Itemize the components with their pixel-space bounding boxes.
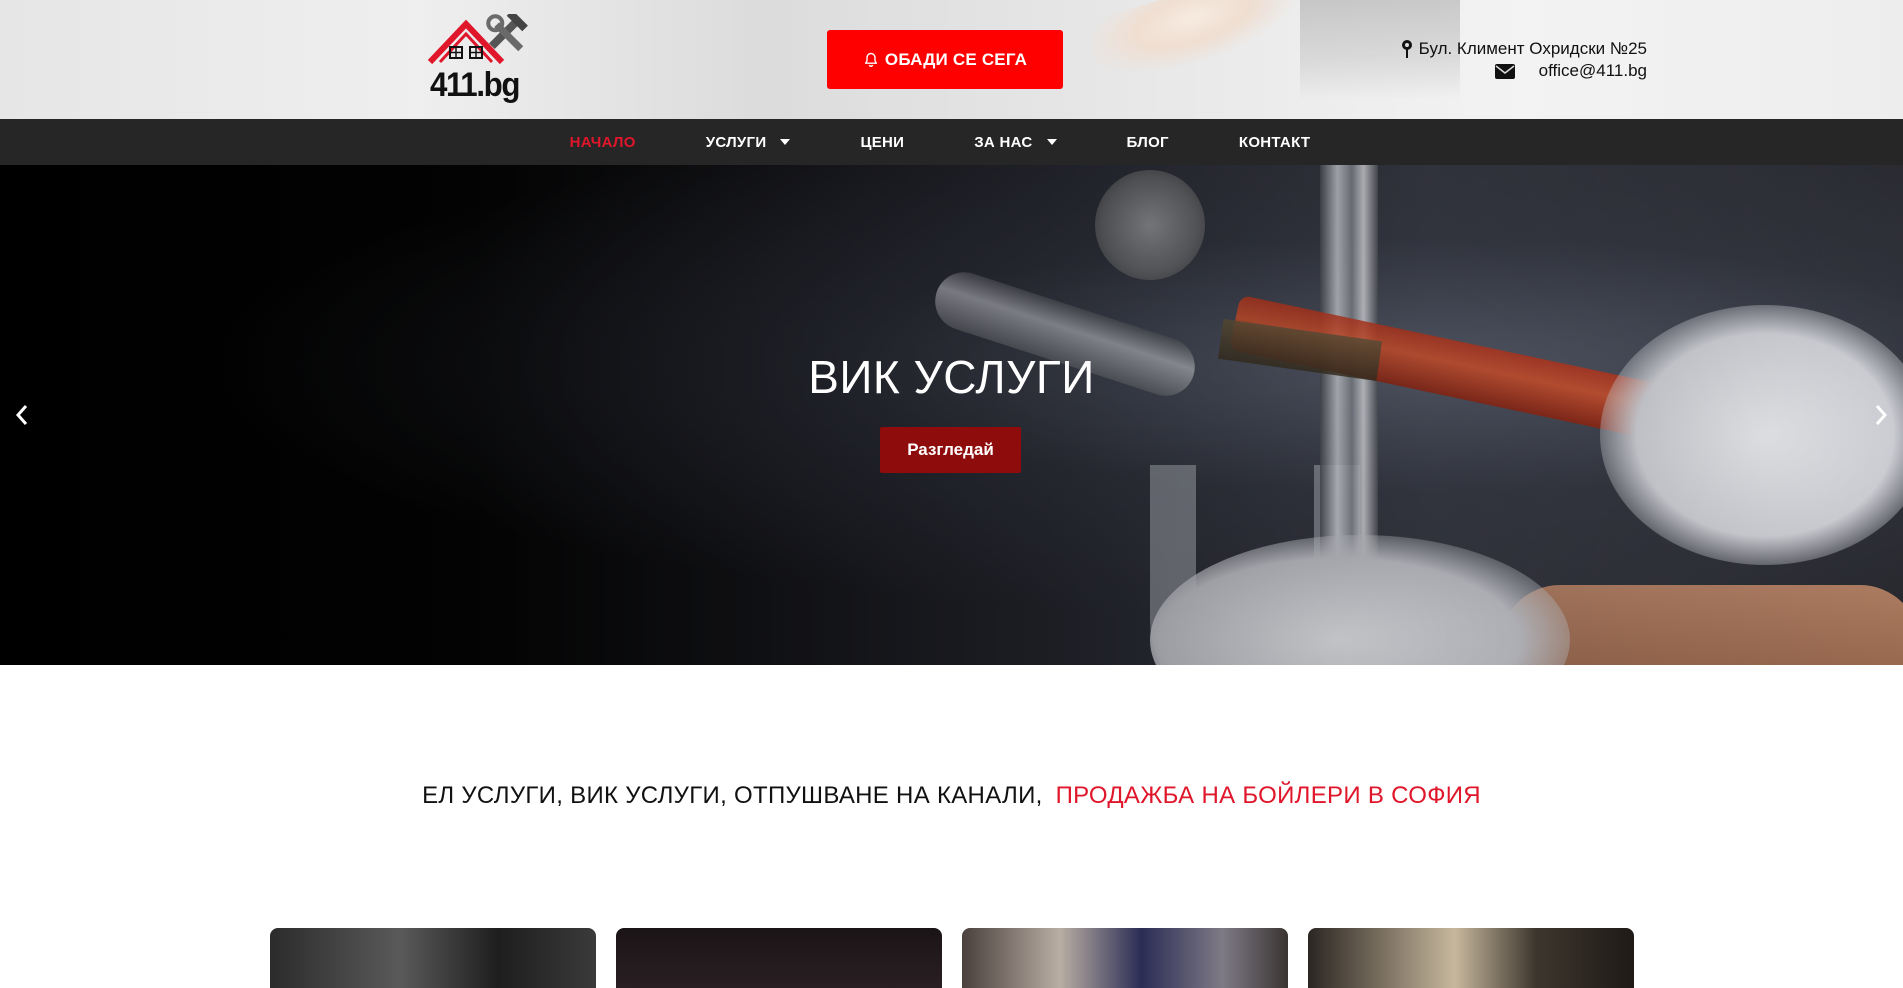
- map-pin-icon: [1401, 40, 1412, 58]
- hero-overlay: [0, 165, 1903, 665]
- call-now-label: ОБАДИ СЕ СЕГА: [884, 49, 1028, 69]
- nav-item-about[interactable]: ЗА НАС: [939, 119, 1091, 165]
- nav-list: НАЧАЛО УСЛУГИ ЦЕНИ ЗА НАС БЛОГ КОНТАКТ: [535, 119, 1346, 165]
- nav-item-blog[interactable]: БЛОГ: [1092, 119, 1204, 165]
- address-row: Бул. Климент Охридски №25: [1401, 38, 1647, 60]
- email-link[interactable]: office@411.bg: [1539, 60, 1647, 82]
- contact-info: Бул. Климент Охридски №25 office@411.bg: [1401, 38, 1647, 82]
- nav-item-label: КОНТАКТ: [1238, 133, 1311, 151]
- tagline-highlight: ПРОДАЖБА НА БОЙЛЕРИ В СОФИЯ: [1055, 782, 1481, 809]
- caret-down-icon: [1046, 139, 1057, 145]
- service-card[interactable]: [962, 928, 1288, 988]
- nav-item-services[interactable]: УСЛУГИ: [671, 119, 826, 165]
- chevron-left-icon: [15, 405, 28, 425]
- main-navigation: НАЧАЛО УСЛУГИ ЦЕНИ ЗА НАС БЛОГ КОНТАКТ: [0, 119, 1903, 165]
- logo-text: 411.bg: [430, 66, 520, 104]
- hero-title: ВИК УСЛУГИ: [808, 351, 1095, 403]
- service-cards: [270, 928, 1634, 988]
- nav-item-home[interactable]: НАЧАЛО: [535, 119, 671, 165]
- services-tagline: ЕЛ УСЛУГИ, ВИК УСЛУГИ, ОТПУШВАНЕ НА КАНА…: [0, 782, 1903, 810]
- bell-icon: [864, 52, 878, 67]
- nav-item-contact[interactable]: КОНТАКТ: [1204, 119, 1346, 165]
- nav-item-prices[interactable]: ЦЕНИ: [825, 119, 939, 165]
- nav-item-label: ЗА НАС: [974, 133, 1033, 151]
- nav-item-label: БЛОГ: [1126, 133, 1169, 151]
- service-card[interactable]: [270, 928, 596, 988]
- envelope-icon: [1494, 63, 1515, 79]
- hero-view-button[interactable]: Разгледай: [880, 427, 1021, 473]
- service-card[interactable]: [1308, 928, 1634, 988]
- email-row[interactable]: office@411.bg: [1401, 60, 1647, 82]
- site-logo[interactable]: 411.bg: [427, 10, 540, 106]
- chevron-right-icon: [1875, 405, 1888, 425]
- nav-item-label: НАЧАЛО: [569, 133, 636, 151]
- site-header: 411.bg ОБАДИ СЕ СЕГА Бул. Климент Охридс…: [0, 0, 1903, 119]
- service-card[interactable]: [616, 928, 942, 988]
- nav-item-label: УСЛУГИ: [705, 133, 767, 151]
- nav-item-label: ЦЕНИ: [860, 133, 905, 151]
- hero-slider: ВИК УСЛУГИ Разгледай: [0, 165, 1903, 665]
- slider-prev-button[interactable]: [7, 395, 37, 435]
- caret-down-icon: [780, 139, 791, 145]
- logo-house-tools-icon: [427, 10, 528, 65]
- address-text: Бул. Климент Охридски №25: [1418, 39, 1647, 58]
- slider-next-button[interactable]: [1866, 395, 1896, 435]
- call-now-button[interactable]: ОБАДИ СЕ СЕГА: [827, 30, 1063, 89]
- tagline-main: ЕЛ УСЛУГИ, ВИК УСЛУГИ, ОТПУШВАНЕ НА КАНА…: [422, 782, 1043, 809]
